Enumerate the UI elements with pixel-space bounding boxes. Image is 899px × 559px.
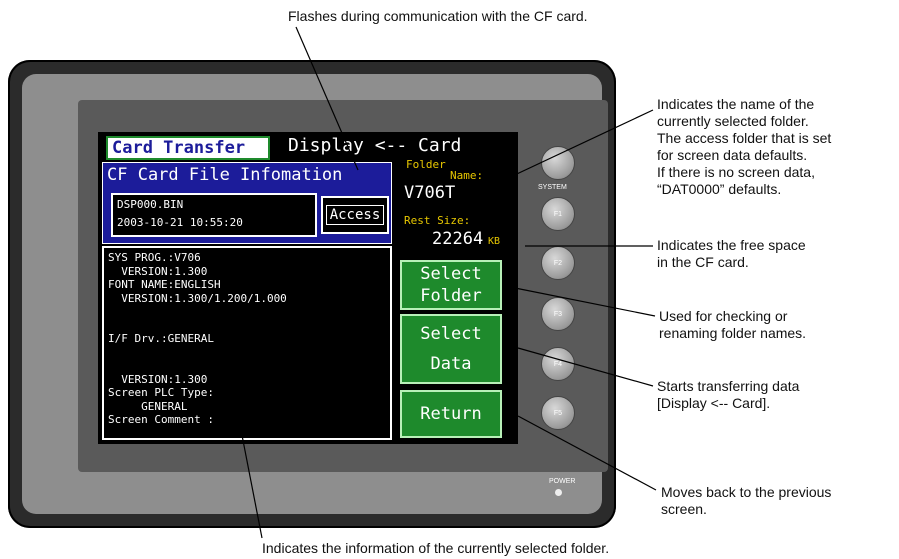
leader-access	[295, 26, 359, 171]
callout-folder-info: Indicates the information of the current…	[262, 540, 610, 556]
callout-select-folder: Used for checking or renaming folder nam…	[659, 308, 807, 341]
leader-folder-info	[239, 424, 263, 539]
leader-folder-name	[469, 109, 654, 197]
callout-free-space: Indicates the free space in the CF card.	[657, 237, 806, 270]
leader-lines	[239, 26, 657, 539]
callout-folder-name: Indicates the name of the currently sele…	[657, 96, 832, 197]
leader-select-folder	[514, 287, 656, 317]
callout-return: Moves back to the previous screen.	[661, 484, 832, 517]
leader-select-data	[517, 347, 654, 387]
callout-select-data: Starts transferring data [Display <-- Ca…	[657, 378, 800, 411]
leader-return	[517, 415, 657, 491]
